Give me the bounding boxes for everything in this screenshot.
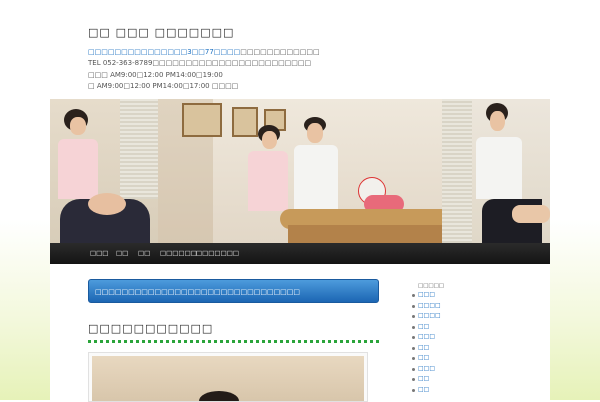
sidebar-link[interactable]: □□□□ [418, 312, 441, 319]
sidebar-item: □□□ [410, 364, 441, 375]
sidebar-item: □□□ [410, 290, 441, 301]
site-title[interactable]: □□ □□□ □□□□□□□ [88, 26, 234, 39]
sidebar-title: □□□□□ [418, 283, 444, 289]
sidebar-link[interactable]: □□ [418, 354, 429, 361]
photo-reception-staff [158, 99, 442, 243]
sidebar-item: □□□ [410, 332, 441, 343]
hours-weekday: □□□ AM9:00□12:00 PM14:00□19:00 [88, 71, 223, 79]
post-image [88, 352, 368, 402]
page-container: □□ □□□ □□□□□□□ □□□□□□□□□□□□□□□3□□77□□□□□… [50, 0, 550, 402]
sidebar-item: □□ [410, 322, 441, 333]
address-line: □□□□□□□□□□□□□□□3□□77□□□□□□□□□□□□□□□□ [88, 48, 320, 57]
sidebar-item: □□ [410, 374, 441, 385]
sidebar-item: □□ [410, 353, 441, 364]
sidebar-item: □□□□ [410, 311, 441, 322]
sidebar-link[interactable]: □□ [418, 323, 429, 330]
sidebar-link[interactable]: □□ [418, 375, 429, 382]
announcement-banner[interactable]: □□□□□□□□□□□□□□□□□□□□□□□□□□□□□□□ [88, 279, 379, 303]
sidebar-link[interactable]: □□□ [418, 291, 435, 298]
photo-treatment-right [442, 99, 550, 243]
nav-item-home[interactable]: □□□ [90, 243, 108, 264]
sidebar-link[interactable]: □□□ [418, 333, 435, 340]
sidebar-item: □□ [410, 343, 441, 354]
post-title[interactable]: □□□□□□□□□□□ [88, 322, 213, 335]
main-navigation: □□□ □□ □□ □□□□□□ □□□□□□□ [50, 243, 550, 264]
nav-item-5[interactable]: □□□□□□□ [196, 243, 239, 264]
header-photo-collage [50, 99, 550, 243]
nav-item-4[interactable]: □□□□□□ [160, 243, 197, 264]
sidebar-link[interactable]: □□□□ [418, 302, 441, 309]
address-map-link[interactable]: □□□□□□□□□□□□□□□3□□77□□□□ [88, 48, 240, 56]
sidebar-link[interactable]: □□ [418, 344, 429, 351]
hours-saturday: □ AM9:00□12:00 PM14:00□17:00 □□□□ [88, 82, 239, 90]
sidebar-item: □□□□ [410, 301, 441, 312]
sidebar-link[interactable]: □□ [418, 386, 429, 393]
photo-treatment-left [50, 99, 158, 243]
green-dotted-divider [88, 340, 379, 343]
sidebar-link[interactable]: □□□ [418, 365, 435, 372]
sidebar-menu: □□□ □□□□ □□□□ □□ □□□ □□ □□ □□□ □□ □□ [410, 290, 441, 395]
telephone-line: TEL 052-363-8789□□□□□□□□□□□□□□□□□□□□□□□□ [88, 59, 312, 67]
address-rest: □□□□□□□□□□□□ [240, 48, 320, 56]
nav-item-3[interactable]: □□ [138, 243, 150, 264]
nav-item-2[interactable]: □□ [116, 243, 128, 264]
sidebar-item: □□ [410, 385, 441, 396]
